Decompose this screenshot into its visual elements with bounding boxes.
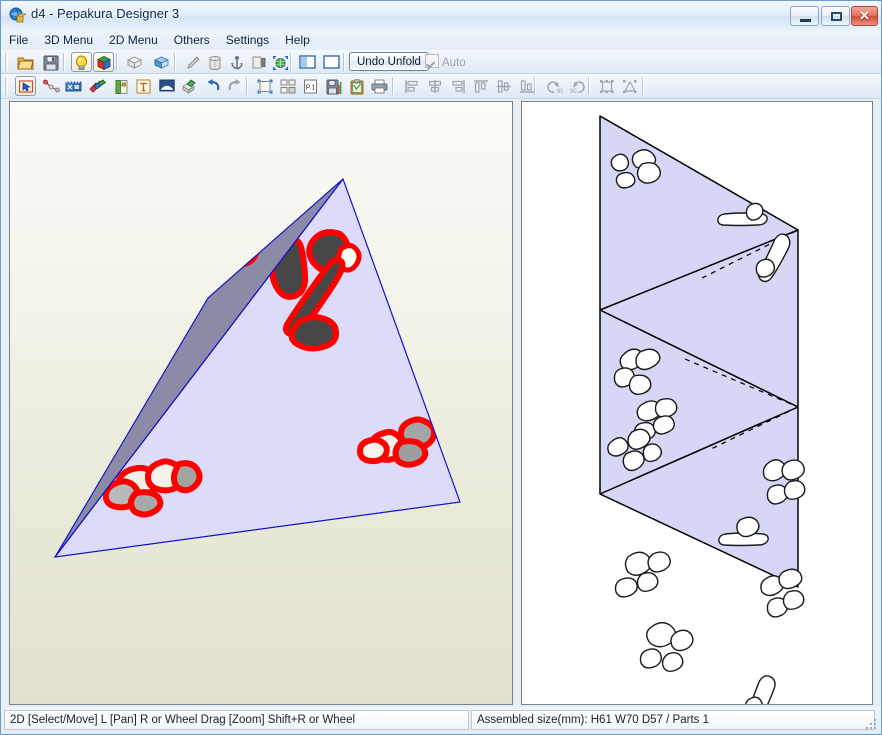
toolbar-separator xyxy=(534,77,536,95)
2d-unfold-viewport[interactable] xyxy=(521,101,873,705)
svg-text:90: 90 xyxy=(570,89,577,94)
status-size-text: Assembled size(mm): H61 W70 D57 / Parts … xyxy=(471,710,875,730)
unfold-part-icon[interactable] xyxy=(179,76,200,96)
edge-pencil-icon[interactable] xyxy=(182,52,203,72)
net-number-1-bottomright xyxy=(744,675,776,704)
3d-model-canvas xyxy=(53,177,461,558)
menu-item-2d-menu[interactable]: 2D Menu xyxy=(101,30,166,49)
arrange-parts-icon[interactable] xyxy=(277,76,298,96)
save-file-icon[interactable] xyxy=(40,52,61,72)
paint-flaps-icon[interactable] xyxy=(87,76,108,96)
open-file-icon[interactable] xyxy=(15,52,36,72)
svg-text:P.1: P.1 xyxy=(306,85,316,92)
die-digit-shaded-top xyxy=(145,193,274,268)
maximize-button[interactable] xyxy=(821,6,850,26)
rotate-cw-90-icon[interactable]: 90 xyxy=(567,76,588,96)
auto-label: Auto xyxy=(442,57,466,69)
bounding-box-icon[interactable] xyxy=(596,76,617,96)
anchor-icon[interactable] xyxy=(226,52,247,72)
status-mode-text: 2D [Select/Move] L [Pan] R or Wheel Drag… xyxy=(4,710,469,730)
print-icon[interactable] xyxy=(369,76,390,96)
add-text-icon[interactable] xyxy=(133,76,154,96)
align-center-h-icon[interactable] xyxy=(424,76,445,96)
close-icon: ✕ xyxy=(859,8,870,23)
toolbar-separator xyxy=(116,53,118,71)
scale-parts-icon[interactable] xyxy=(619,76,640,96)
pepakura-app-icon xyxy=(9,7,28,24)
checkbox-indicator[interactable] xyxy=(425,54,439,68)
toolbar-separator xyxy=(588,77,590,95)
menu-bar: File 3D Menu 2D Menu Others Settings Hel… xyxy=(1,30,881,50)
select-globe-icon[interactable] xyxy=(270,52,291,72)
auto-checkbox[interactable]: Auto xyxy=(425,54,466,70)
toolbar-separator xyxy=(642,77,644,95)
undo-unfold-button[interactable]: Undo Unfold xyxy=(349,52,429,71)
toolbar-secondary: P.1 90 90 xyxy=(1,74,881,99)
menu-item-file[interactable]: File xyxy=(1,30,36,49)
svg-text:90: 90 xyxy=(557,89,563,94)
menu-item-settings[interactable]: Settings xyxy=(218,30,277,49)
undo-icon[interactable] xyxy=(202,76,223,96)
toolbar-primary: Undo Unfold Auto xyxy=(1,50,881,74)
application-window: d4 - Pepakura Designer 3 ✕ File 3D Menu … xyxy=(0,0,882,735)
smooth-shading-icon[interactable] xyxy=(151,52,172,72)
window-resize-grip[interactable] xyxy=(865,718,877,730)
menu-item-help[interactable]: Help xyxy=(277,30,318,49)
toolbar-separator xyxy=(392,77,394,95)
texture-cube-icon[interactable] xyxy=(93,52,114,72)
redo-icon[interactable] xyxy=(225,76,246,96)
mountain-fold-icon[interactable] xyxy=(156,76,177,96)
export-save-icon[interactable] xyxy=(323,76,344,96)
align-middle-v-icon[interactable] xyxy=(493,76,514,96)
page-layout-icon[interactable] xyxy=(254,76,275,96)
net-number-3-lowerleft xyxy=(614,551,671,598)
page-setup-icon[interactable]: P.1 xyxy=(300,76,321,96)
3d-model-viewport[interactable] xyxy=(9,101,513,705)
toolbar-grip[interactable] xyxy=(4,77,8,95)
edit-flaps-icon[interactable] xyxy=(111,76,132,96)
split-view-left-icon[interactable] xyxy=(297,52,318,72)
cylinder-icon[interactable] xyxy=(204,52,225,72)
rotate-ccw-90-icon[interactable]: 90 xyxy=(544,76,565,96)
toolbar-separator xyxy=(290,53,292,71)
cut-line-icon[interactable] xyxy=(63,76,84,96)
title-bar: d4 - Pepakura Designer 3 ✕ xyxy=(1,1,881,30)
flat-shading-icon[interactable] xyxy=(124,52,145,72)
toolbar-separator xyxy=(174,53,176,71)
window-title: d4 - Pepakura Designer 3 xyxy=(31,6,180,21)
flip-face-icon[interactable] xyxy=(248,52,269,72)
align-top-icon[interactable] xyxy=(470,76,491,96)
toolbar-grip[interactable] xyxy=(4,53,8,71)
menu-item-3d-menu[interactable]: 3D Menu xyxy=(36,30,101,49)
align-right-icon[interactable] xyxy=(447,76,468,96)
clipboard-icon[interactable] xyxy=(346,76,367,96)
work-area xyxy=(1,99,881,707)
close-button[interactable]: ✕ xyxy=(851,6,878,26)
menu-item-others[interactable]: Others xyxy=(166,30,218,49)
toolbar-separator xyxy=(246,77,248,95)
select-move-icon[interactable] xyxy=(15,76,36,96)
minimize-button[interactable] xyxy=(790,6,819,26)
status-bar: 2D [Select/Move] L [Pan] R or Wheel Drag… xyxy=(1,707,881,734)
light-bulb-icon[interactable] xyxy=(71,52,92,72)
net-number-4-lowerright xyxy=(760,568,805,618)
net-number-3-bottom xyxy=(639,621,694,673)
2d-unfold-canvas xyxy=(599,115,806,704)
toolbar-separator xyxy=(63,53,65,71)
toolbar-separator xyxy=(343,53,345,71)
align-left-icon[interactable] xyxy=(401,76,422,96)
join-disjoin-edge-icon[interactable] xyxy=(41,76,62,96)
split-view-right-icon[interactable] xyxy=(321,52,342,72)
